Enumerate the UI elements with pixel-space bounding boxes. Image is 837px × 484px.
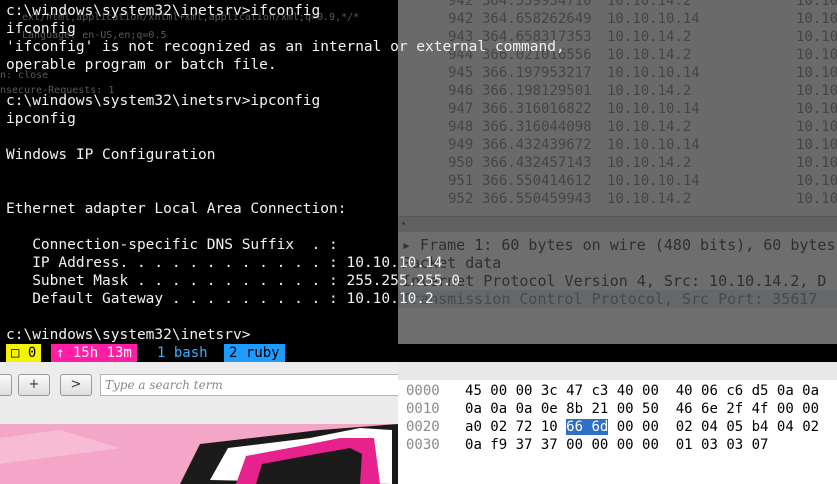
packet-src: 10.10.10.14 [607, 101, 700, 117]
packet-time: 366.432457143 [482, 155, 592, 171]
terminal-line: IP Address. . . . . . . . . . . . : 10.1… [6, 255, 443, 271]
packet-time: 366.550459943 [482, 191, 592, 207]
packet-time: 366.316016822 [482, 101, 592, 117]
detail-frame[interactable]: ▸ Frame 1: 60 bytes on wire (480 bits), … [402, 236, 835, 254]
packet-dst: 10.10 [796, 155, 837, 171]
packet-no: 946 [448, 83, 474, 99]
background-artwork [0, 424, 398, 484]
packet-dst: 10.10 [796, 137, 837, 153]
terminal-line: c:\windows\system32\inetsrv> [6, 327, 251, 343]
packet-no: 948 [448, 119, 474, 135]
packet-src: 10.10.14.2 [607, 119, 692, 135]
packet-dst: 10.10 [796, 29, 837, 45]
packet-dst: 10.10 [796, 191, 837, 207]
hex-row[interactable]: 0020 a0 02 72 10 66 6d 00 00 02 04 05 b4… [406, 418, 819, 436]
hex-row[interactable]: 0030 0a f9 37 37 00 00 00 00 01 03 03 07 [406, 436, 768, 454]
packet-time: 366.316044098 [482, 119, 592, 135]
packet-no: 945 [448, 65, 474, 81]
packet-no: 951 [448, 173, 474, 189]
packet-no: 952 [448, 191, 474, 207]
terminal-line: Subnet Mask . . . . . . . . . . . : 255.… [6, 273, 460, 289]
terminal-line: c:\windows\system32\inetsrv>ipconfig [6, 93, 321, 109]
terminal-line: Default Gateway . . . . . . . . . : 10.1… [6, 291, 434, 307]
tmux-session: □ 0 [6, 344, 42, 362]
hex-row[interactable]: 0010 0a 0a 0a 0e 8b 21 00 50 46 6e 2f 4f… [406, 400, 819, 418]
packet-dst: 10.10 [796, 173, 837, 189]
toolbar-button[interactable] [0, 374, 12, 396]
terminal-line: Connection-specific DNS Suffix . : [6, 237, 338, 253]
hex-selection[interactable]: 66 6d [566, 419, 609, 435]
packet-list-scrollbar[interactable]: ◂ [398, 216, 837, 233]
packet-no: 942 [448, 11, 474, 27]
terminal-line: Windows IP Configuration [6, 147, 216, 163]
packet-time: 366.550414612 [482, 173, 592, 189]
browser-toolbar: + > Type a search term [0, 362, 402, 424]
terminal-line: c:\windows\system32\inetsrv>ifconfig [6, 3, 321, 19]
terminal-line: 'ifconfig' is not recognized as an inter… [6, 39, 565, 55]
artwork-graphic [0, 424, 398, 484]
packet-src: 10.10.14.2 [607, 155, 692, 171]
packet-time: 366.197953217 [482, 65, 592, 81]
tmux-uptime: ↑ 15h 13m [51, 344, 137, 362]
packet-no: 942 [448, 0, 474, 9]
terminal-line: Ethernet adapter Local Area Connection: [6, 201, 347, 217]
packet-dst: 10.10 [796, 65, 837, 81]
packet-dst: 10.10 [796, 47, 837, 63]
packet-dst: 10.10 [796, 119, 837, 135]
tmux-status-bar: □ 0 ↑ 15h 13m 1 bash 2 ruby [0, 344, 837, 362]
packet-src: 10.10.10.14 [607, 173, 700, 189]
packet-src: 10.10.10.14 [607, 11, 700, 27]
packet-src: 10.10.14.2 [607, 29, 692, 45]
packet-time: 366.432439672 [482, 137, 592, 153]
packet-src: 10.10.14.2 [607, 47, 692, 63]
packet-src: 10.10.10.14 [607, 137, 700, 153]
terminal-line: ifconfig [6, 21, 76, 37]
packet-time: 364.559934710 [482, 0, 592, 9]
packet-list[interactable]: 942 364.559934710 10.10.14.2 10.10 942 364.65… [398, 0, 837, 228]
packet-dst: 10.10 [796, 0, 837, 9]
terminal-line: ipconfig [6, 111, 76, 127]
packet-dst: 10.10 [796, 11, 837, 27]
add-button[interactable]: + [18, 374, 50, 396]
detail-tcp[interactable]: Transmission Control Protocol, Src Port:… [398, 290, 837, 308]
packet-dst: 10.10 [796, 83, 837, 99]
detail-ipv4[interactable]: Internet Protocol Version 4, Src: 10.10.… [402, 272, 826, 290]
packet-time: 366.198129501 [482, 83, 592, 99]
tmux-window-bash[interactable]: 1 bash [152, 344, 213, 362]
packet-dst: 10.10 [796, 101, 837, 117]
scroll-left-icon[interactable]: ◂ [400, 218, 406, 229]
packet-no: 950 [448, 155, 474, 171]
hex-row[interactable]: 0000 45 00 00 3c 47 c3 40 00 40 06 c6 d5… [406, 382, 819, 400]
packet-src: 10.10.10.14 [607, 65, 700, 81]
pane-divider[interactable] [398, 362, 837, 380]
packet-no: 947 [448, 101, 474, 117]
next-button[interactable]: > [60, 374, 92, 396]
packet-src: 10.10.14.2 [607, 191, 692, 207]
packet-time: 364.658262649 [482, 11, 592, 27]
packet-no: 949 [448, 137, 474, 153]
packet-src: 10.10.14.2 [607, 0, 692, 9]
packet-details[interactable]: ▸ Frame 1: 60 bytes on wire (480 bits), … [398, 232, 837, 344]
terminal-line: operable program or batch file. [6, 57, 277, 73]
packet-src: 10.10.14.2 [607, 83, 692, 99]
search-input[interactable]: Type a search term [100, 374, 402, 396]
tmux-window-ruby[interactable]: 2 ruby [224, 344, 285, 362]
hex-dump-pane[interactable]: 0000 45 00 00 3c 47 c3 40 00 40 06 c6 d5… [398, 362, 837, 484]
